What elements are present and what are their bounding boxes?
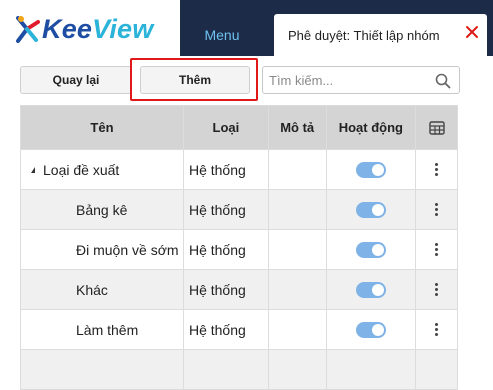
active-toggle[interactable] <box>355 161 386 178</box>
tab-approval-group-settings[interactable]: Phê duyệt: Thiết lập nhóm <box>274 14 487 56</box>
column-header-name[interactable]: Tên <box>20 105 184 150</box>
app-header: KeeView Menu Phê duyệt: Thiết lập nhóm <box>0 0 493 56</box>
row-description <box>267 309 327 350</box>
row-actions-cell <box>415 269 458 310</box>
row-cell <box>182 349 269 390</box>
row-actions-cell <box>415 229 458 270</box>
row-active-cell <box>325 149 417 190</box>
add-button[interactable]: Thêm <box>140 66 250 94</box>
row-actions-cell <box>415 149 458 190</box>
row-type: Hệ thống <box>182 269 269 310</box>
keeview-logo[interactable]: KeeView <box>14 12 174 46</box>
search-box[interactable] <box>262 66 460 94</box>
row-description <box>267 189 327 230</box>
more-vertical-icon[interactable] <box>435 202 439 217</box>
row-name: Đi muộn về sớm <box>20 229 184 270</box>
row-active-cell <box>325 309 417 350</box>
row-active-cell <box>325 229 417 270</box>
logo-text-view: View <box>92 14 154 44</box>
row-type: Hệ thống <box>182 229 269 270</box>
row-type: Hệ thống <box>182 309 269 350</box>
row-name: Bảng kê <box>20 189 184 230</box>
table-row-partial <box>20 349 458 390</box>
logo-star-icon <box>16 16 40 43</box>
row-cell <box>20 349 184 390</box>
more-vertical-icon[interactable] <box>435 242 439 257</box>
close-icon[interactable] <box>465 25 479 39</box>
row-type: Hệ thống <box>182 149 269 190</box>
more-vertical-icon[interactable] <box>435 322 439 337</box>
table-row[interactable]: Làm thêm Hệ thống <box>20 309 458 350</box>
table-row[interactable]: Đi muộn về sớm Hệ thống <box>20 229 458 270</box>
row-active-cell <box>325 269 417 310</box>
row-description <box>267 269 327 310</box>
active-toggle[interactable] <box>355 321 386 338</box>
row-description <box>267 149 327 190</box>
row-name: Khác <box>20 269 184 310</box>
more-vertical-icon[interactable] <box>435 282 439 297</box>
back-button[interactable]: Quay lại <box>20 66 132 94</box>
search-icon[interactable] <box>435 73 451 89</box>
row-cell <box>415 349 458 390</box>
row-name-cell: Loại đề xuất <box>20 149 184 190</box>
search-input[interactable] <box>269 71 429 89</box>
row-name: Làm thêm <box>20 309 184 350</box>
more-vertical-icon[interactable] <box>435 162 439 177</box>
column-header-active[interactable]: Hoạt động <box>325 105 417 150</box>
tab-label: Phê duyệt: Thiết lập nhóm <box>288 27 440 43</box>
table-row[interactable]: Bảng kê Hệ thống <box>20 189 458 230</box>
row-description <box>267 229 327 270</box>
row-cell <box>267 349 327 390</box>
table-row[interactable]: Khác Hệ thống <box>20 269 458 310</box>
table-header-row: Tên Loại Mô tả Hoạt động <box>20 105 458 150</box>
column-header-type[interactable]: Loại <box>182 105 269 150</box>
row-actions-cell <box>415 309 458 350</box>
row-active-cell <box>325 189 417 230</box>
column-chooser-header[interactable] <box>415 105 458 150</box>
table-grid-icon[interactable] <box>428 120 445 135</box>
caret-down-icon[interactable] <box>31 166 35 173</box>
table-row[interactable]: Loại đề xuất Hệ thống <box>20 149 458 190</box>
active-toggle[interactable] <box>355 201 386 218</box>
row-type: Hệ thống <box>182 189 269 230</box>
column-header-description[interactable]: Mô tả <box>267 105 327 150</box>
logo-text: KeeView <box>42 14 153 44</box>
row-actions-cell <box>415 189 458 230</box>
active-toggle[interactable] <box>355 241 386 258</box>
active-toggle[interactable] <box>355 281 386 298</box>
menu-tab[interactable]: Menu <box>188 14 256 56</box>
group-table: Tên Loại Mô tả Hoạt động Loại đề xuất Hệ… <box>20 105 458 390</box>
row-cell <box>325 349 417 390</box>
row-name: Loại đề xuất <box>43 161 120 178</box>
logo-text-kee: Kee <box>42 14 93 44</box>
